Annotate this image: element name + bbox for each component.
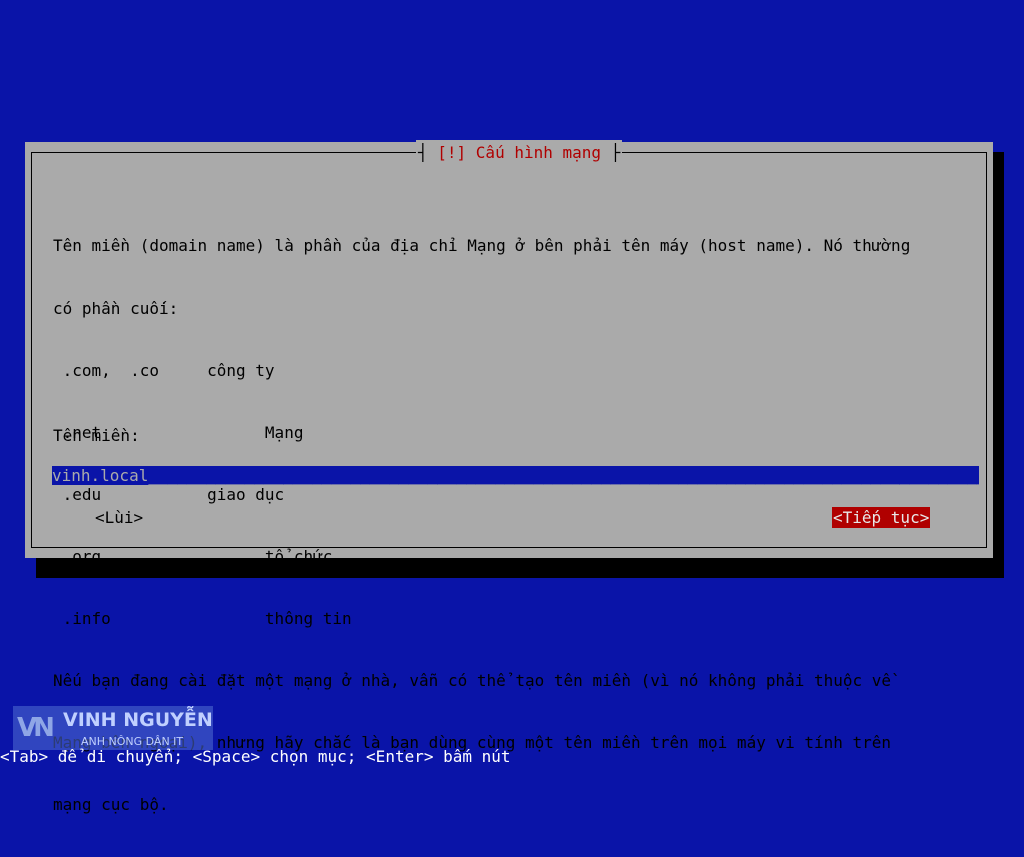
description-line: .net Mạng [53,422,304,442]
input-fill: ________________________________________… [148,466,979,485]
description-line: .org tổ chức. [53,546,342,566]
domain-name-input[interactable]: vinh.local______________________________… [52,466,979,485]
watermark-logo: VN VINH NGUYỄN ANH NÔNG DÂN IT [13,706,213,750]
continue-button[interactable]: <Tiếp tục> [832,507,931,528]
help-bar: <Tab> để di chuyển; <Space> chọn mục; <E… [0,747,511,766]
logo-mark-icon: VN [17,713,55,743]
description-line: mạng cục bộ. [53,795,169,815]
dialog-frame: ┤ [!] Cấu hình mạng ├ Tên miền (domain n… [31,140,987,814]
watermark-name: VINH NGUYỄN [63,709,213,731]
description-line: Nếu bạn đang cài đặt một mạng ở nhà, vẫn… [53,671,892,691]
domain-name-label: Tên miền: [53,426,140,445]
dialog-title: ┤ [!] Cấu hình mạng ├ [416,140,623,166]
description-line: Tên miền (domain name) là phần của địa c… [53,236,911,256]
network-config-dialog: ┤ [!] Cấu hình mạng ├ Tên miền (domain n… [25,140,993,814]
description-line: .edu giao dục [53,484,285,504]
dialog-title-text: [!] Cấu hình mạng [437,143,602,162]
description-line: có phần cuối: [53,298,179,318]
domain-name-value: vinh.local [52,466,149,485]
description-line: .com, .co công ty [53,360,275,380]
description-line: .info thông tin [53,608,352,628]
back-button[interactable]: <Lùi> [95,507,143,528]
